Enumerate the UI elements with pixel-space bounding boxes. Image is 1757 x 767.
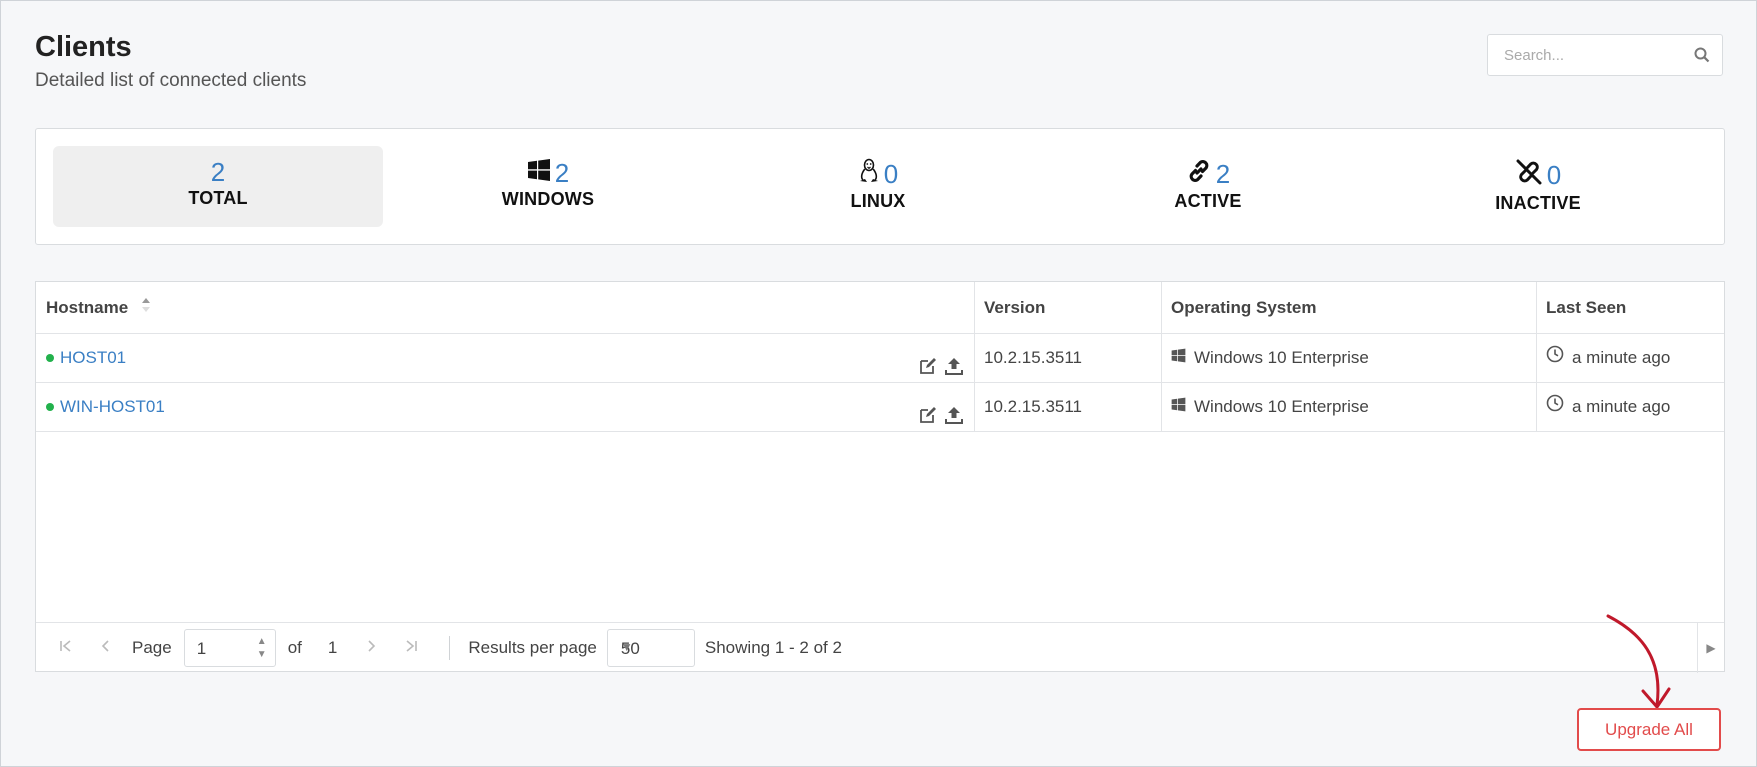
hostname-link[interactable]: HOST01 [60,333,126,382]
stats-panel: 2 TOTAL 2 WINDOWS 0 LINUX 2 ACTIVE 0 INA… [35,128,1725,245]
page-number-value: 1 [196,639,207,658]
last-seen-cell: a minute ago [1536,333,1724,382]
column-os[interactable]: Operating System [1161,282,1536,333]
status-dot [46,353,54,362]
page-stepper[interactable]: ▲ ▼ [257,635,267,661]
version-cell: 10.2.15.3511 [984,348,1082,367]
hostname-link[interactable]: WIN-HOST01 [60,382,165,431]
stat-linux-value: 0 [883,158,899,189]
stat-total[interactable]: 2 TOTAL [53,146,383,227]
stat-linux-label: LINUX [850,191,906,211]
version-cell: 10.2.15.3511 [984,397,1082,416]
page-number-input[interactable]: 1 ▲ ▼ [183,629,276,667]
of-label: of [287,638,302,657]
linux-icon [858,158,880,189]
page-label: Page [132,638,172,657]
last-seen-text: a minute ago [1572,348,1671,367]
first-page-icon[interactable] [46,638,86,659]
pagination-bar: Page 1 ▲ ▼ of 1 Results per page 50 ▼ Sho… [36,622,1724,673]
scroll-right-icon[interactable]: ▶ [1697,623,1724,673]
table-row: WIN-HOST01 10.2.15.3511 Windows 10 Enter… [36,382,1724,432]
page-subtitle: Detailed list of connected clients [35,70,307,91]
stat-total-value: 2 [210,157,226,187]
windows-icon [1171,333,1186,382]
annotation-arrow [1606,614,1671,709]
last-seen-text: a minute ago [1572,397,1671,416]
column-last-seen[interactable]: Last Seen [1536,282,1724,333]
search-box[interactable] [1487,34,1723,76]
prev-page-icon[interactable] [86,638,126,659]
windows-icon [1171,382,1186,431]
stat-linux[interactable]: 0 LINUX [713,146,1043,227]
clock-icon [1546,333,1564,382]
last-seen-cell: a minute ago [1536,382,1724,431]
os-name: Windows 10 Enterprise [1194,397,1369,416]
stat-active-label: ACTIVE [1174,191,1242,211]
hostname-cell: WIN-HOST01 [36,382,974,431]
total-pages: 1 [327,638,338,657]
next-page-icon[interactable] [351,638,391,659]
chevron-down-icon: ▼ [620,640,633,654]
stat-active[interactable]: 2 ACTIVE [1043,146,1373,227]
stat-inactive-value: 0 [1546,159,1562,190]
divider [449,636,451,660]
edit-icon[interactable] [918,395,938,444]
os-cell: Windows 10 Enterprise [1161,333,1536,382]
status-dot [46,402,54,411]
column-hostname[interactable]: Hostname [36,282,974,333]
clock-icon [1546,382,1564,431]
upgrade-all-button[interactable]: Upgrade All [1577,708,1721,751]
link-icon [1186,158,1212,189]
showing-text: Showing 1 - 2 of 2 [704,638,842,657]
table-header: Hostname Version Operating System Last S… [36,282,1724,334]
clients-table: Hostname Version Operating System Last S… [35,281,1725,673]
stat-windows-value: 2 [554,157,570,188]
search-icon[interactable] [1694,47,1710,68]
os-name: Windows 10 Enterprise [1194,348,1369,367]
stat-active-value: 2 [1215,158,1231,189]
sort-icon[interactable] [141,283,151,334]
page-header: Clients Detailed list of connected clien… [35,31,306,92]
table-row: HOST01 10.2.15.3511 Windows 10 Enterpris… [36,333,1724,383]
stat-total-label: TOTAL [188,188,248,208]
stat-inactive[interactable]: 0 INACTIVE [1373,146,1703,227]
column-version[interactable]: Version [974,282,1161,333]
search-input[interactable] [1502,46,1686,65]
stat-windows-label: WINDOWS [501,189,595,209]
page-title: Clients [35,31,132,63]
results-per-page-select[interactable]: 50 ▼ [606,629,695,667]
row-actions [918,395,964,444]
stat-inactive-label: INACTIVE [1495,193,1581,213]
upload-icon[interactable] [944,395,964,444]
hostname-cell: HOST01 [36,333,974,382]
os-cell: Windows 10 Enterprise [1161,382,1536,431]
unlink-icon [1515,158,1543,191]
windows-icon [527,158,551,187]
results-per-page-label: Results per page [468,638,597,657]
stat-windows[interactable]: 2 WINDOWS [383,146,713,227]
last-page-icon[interactable] [391,638,431,659]
